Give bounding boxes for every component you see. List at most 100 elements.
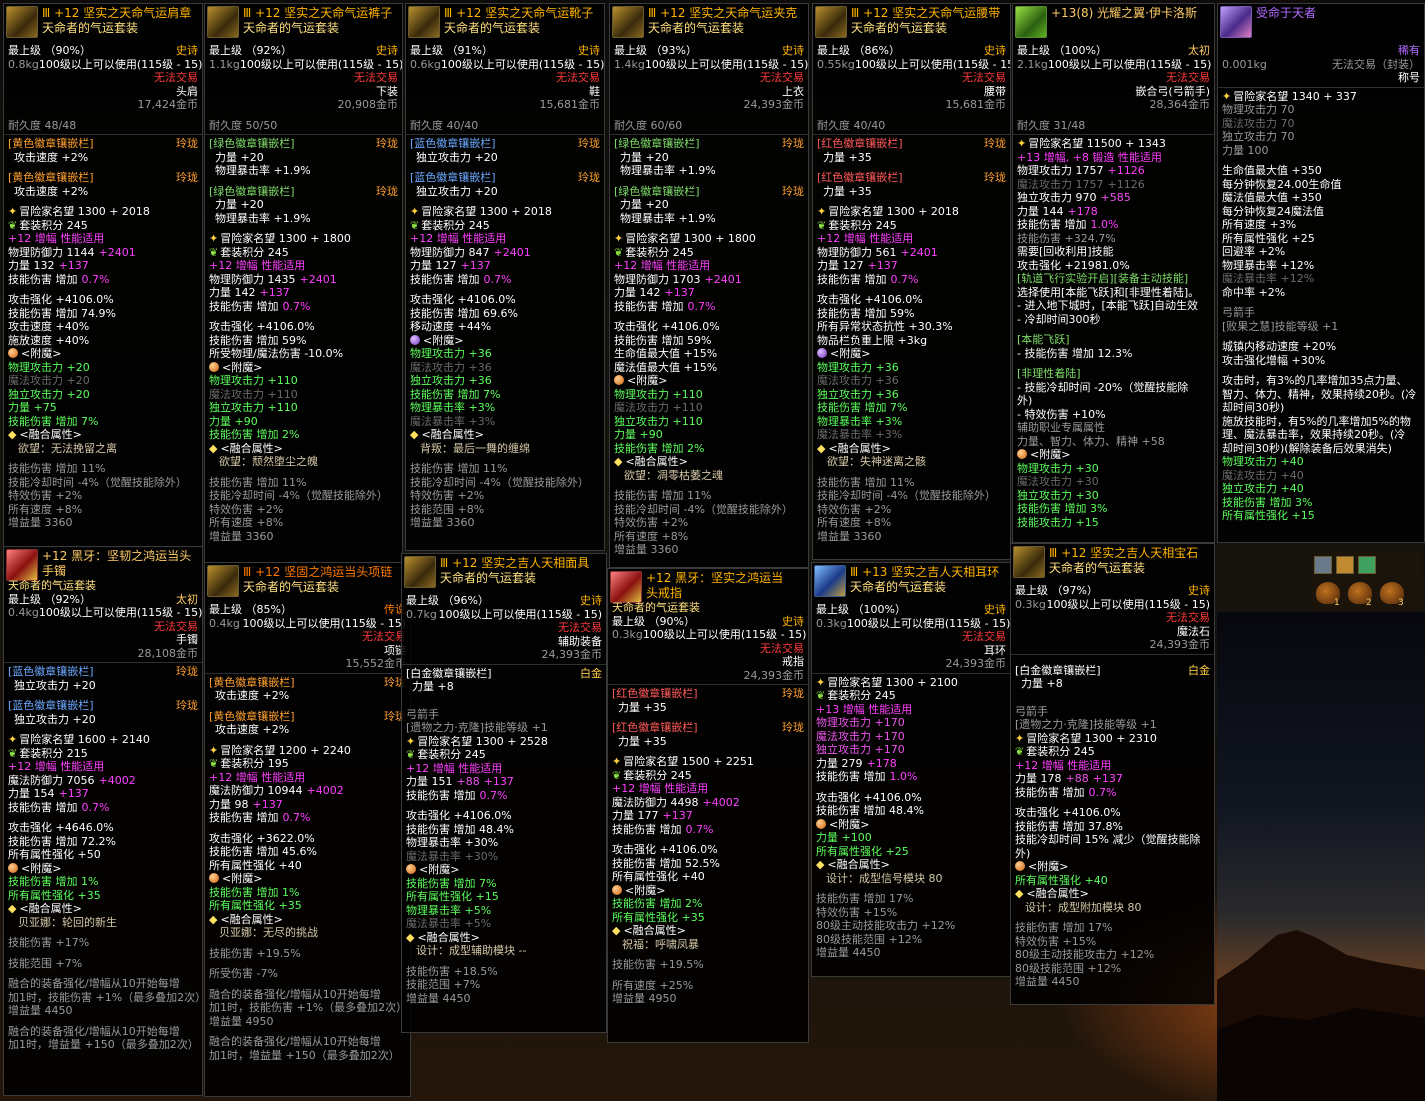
emblem-slot-header: [黄色徽章镶嵌栏] 玲珑 xyxy=(4,137,202,151)
fusion-title: <融合属性> xyxy=(828,441,891,455)
fusion-name: 欲望：失神迷离之骸 xyxy=(827,455,926,468)
untradeable-label: 无法交易 xyxy=(962,630,1006,643)
stat-line: 技能伤害 增加 52.5% xyxy=(612,856,720,870)
stat-line: 魔法攻击力 1757 +1126 xyxy=(1013,178,1214,192)
description-line: 技能冷却时间 -4%（觉醒技能除外） xyxy=(410,475,589,489)
equip-slot: 手镯 xyxy=(176,633,198,646)
magic-stone-icon[interactable] xyxy=(1013,546,1045,578)
stat-bonus: +178 xyxy=(1067,204,1098,218)
stat-bonus: +1126 xyxy=(1107,177,1145,191)
item-weight: 0.7kg xyxy=(406,607,437,621)
fusion-header: ◆ <融合属性> xyxy=(406,428,604,442)
stat-bonus: +137 xyxy=(259,286,290,299)
set-points: ❦ 套装积分 245 xyxy=(406,219,604,233)
emblem-slot: [绿色徽章镶嵌栏] 玲珑 力量 +20 物理暴击率 +1.9% xyxy=(610,137,808,185)
emblem-tag: 玲珑 xyxy=(176,137,198,150)
stat-line: 技能冷却时间 15% 减少（觉醒技能除 xyxy=(1015,833,1201,846)
inactive-stat: 魔法攻击力 +30 xyxy=(1017,475,1099,488)
set-points: ❦ 套装积分 195 xyxy=(205,757,410,771)
stat-line: 技能伤害 增加 48.4% xyxy=(406,822,514,836)
fame-icon: ✦ xyxy=(1017,137,1027,150)
set-point-icon: ❦ xyxy=(406,748,416,761)
adventurer-fame: ✦ 冒险家名望 11500 + 1343 xyxy=(1013,137,1214,151)
emblem-slot-header: [白金徽章镶嵌栏] 白金 xyxy=(402,667,606,681)
emblem-slot: [红色徽章镶嵌栏] 玲珑 力量 +35 xyxy=(813,171,1010,205)
buff-icon-1[interactable] xyxy=(1314,556,1332,574)
emblem-slot-header: [绿色徽章镶嵌栏] 玲珑 xyxy=(610,137,808,151)
emblem-slot-label: [白金徽章镶嵌栏] xyxy=(406,666,492,680)
fusion-header: ◆ <融合属性> xyxy=(608,924,808,938)
adventurer-fame: ✦ 冒险家名望 1300 + 2100 xyxy=(812,676,1010,690)
necklace-accessory-icon[interactable] xyxy=(207,565,239,597)
adventurer-fame: ✦ 冒险家名望 1300 + 2018 xyxy=(406,205,604,219)
stat-line: 智力、体力、精神，效果持续20秒。(冷 xyxy=(1222,387,1417,401)
description-line: 技能范围 +7% xyxy=(406,978,481,991)
untradeable-label: 无法交易 xyxy=(760,641,804,655)
enchant-orb-icon xyxy=(209,873,219,883)
set-points: ❦ 套装积分 245 xyxy=(205,246,402,260)
stat-name: 技能伤害 增加 xyxy=(8,272,78,286)
level-requirement: 100级以上可以使用(115级 - 15) xyxy=(642,628,807,641)
enchant-stat: 技能攻击力 +15 xyxy=(1017,515,1099,529)
stat-line: 力量 144 +178 xyxy=(1013,205,1214,219)
enchant-title: <附魔> xyxy=(419,863,460,876)
untradeable-label: 无法交易 xyxy=(154,71,198,84)
stat-line: 所有属性强化 +25 xyxy=(1222,231,1315,245)
enchant-title: <附魔> xyxy=(21,347,62,360)
stat-line: 力量 127 +137 xyxy=(813,259,1010,273)
stat-bonus: +585 xyxy=(1100,191,1131,204)
emblem-slot-header: [绿色徽章镶嵌栏] 玲珑 xyxy=(610,185,808,199)
title-portrait-icon[interactable] xyxy=(1220,6,1252,38)
buff-icon-3[interactable] xyxy=(1358,556,1376,574)
item-name: +12 黑牙：坚韧之鸿运当头 xyxy=(42,549,192,563)
description-line: 增益量 3360 xyxy=(8,516,73,529)
enchant-orb-icon xyxy=(1017,449,1027,459)
level-requirement: 100级以上可以使用(115级 - 15) xyxy=(846,616,1011,630)
description-line: 增益量 4950 xyxy=(612,992,677,1005)
stat-line: 命中率 +2% xyxy=(1222,285,1286,299)
stat-line: 物理防御力 1703 +2401 xyxy=(610,273,808,287)
mask-subequip-icon[interactable] xyxy=(404,556,436,588)
ring-accessory-icon[interactable] xyxy=(610,571,642,603)
item-set-name: 手镯 xyxy=(42,564,67,578)
emblem-slot-label: [蓝色徽章镶嵌栏] xyxy=(8,699,94,712)
description-line: 特效伤害 +2% xyxy=(614,516,689,529)
boots-armor-icon[interactable] xyxy=(408,6,440,38)
enchant-orb-icon xyxy=(8,348,18,358)
fame-icon: ✦ xyxy=(8,205,18,218)
emblem-stat: 物理暴击率 +1.9% xyxy=(215,211,311,225)
description-line: 技能伤害 +17% xyxy=(8,936,90,949)
item-grade: 最上级 （90%） xyxy=(8,44,91,57)
adventurer-fame: ✦ 冒险家名望 1600 + 2140 xyxy=(4,733,202,747)
belt-armor-icon[interactable] xyxy=(815,6,847,38)
adventurer-fame: ✦ 冒险家名望 1300 + 2528 xyxy=(402,735,606,749)
bow-weapon-icon[interactable] xyxy=(1015,6,1047,38)
stat-line: 所有属性强化 +40 xyxy=(612,870,705,883)
equip-slot: 戒指 xyxy=(782,655,804,668)
inactive-stat: 魔法暴击率 +30% xyxy=(406,849,499,863)
fusion-title: <融合属性> xyxy=(625,455,688,468)
stat-name: 力量 151 xyxy=(406,775,453,788)
earring-accessory-icon[interactable] xyxy=(814,565,846,597)
stat-name: 力量 132 xyxy=(8,259,55,272)
emblem-slot: [黄色徽章镶嵌栏] 玲珑 攻击速度 +2% xyxy=(205,710,410,744)
enchant-stat: 物理攻击力 +110 xyxy=(614,387,703,401)
jacket-armor-icon[interactable] xyxy=(612,6,644,38)
shoulder-armor-icon[interactable] xyxy=(6,6,38,38)
stat-bonus: +2401 xyxy=(493,245,531,259)
item-names: Ⅲ +12 坚实之吉人天相宝石 天命者的气运套装 xyxy=(1049,546,1212,576)
description-line: 增益量 4450 xyxy=(816,946,881,959)
enchant-title: <附魔> xyxy=(1028,860,1069,873)
stat-line: 物理暴击率 +30% xyxy=(406,836,499,849)
enchant-stat: 所有属性强化 +40 xyxy=(1015,873,1108,887)
pants-armor-icon[interactable] xyxy=(207,6,239,38)
buff-icon-2[interactable] xyxy=(1336,556,1354,574)
stat-line: 攻击强化 +4106.0% xyxy=(817,293,923,306)
bracelet-accessory-icon[interactable] xyxy=(6,549,38,581)
